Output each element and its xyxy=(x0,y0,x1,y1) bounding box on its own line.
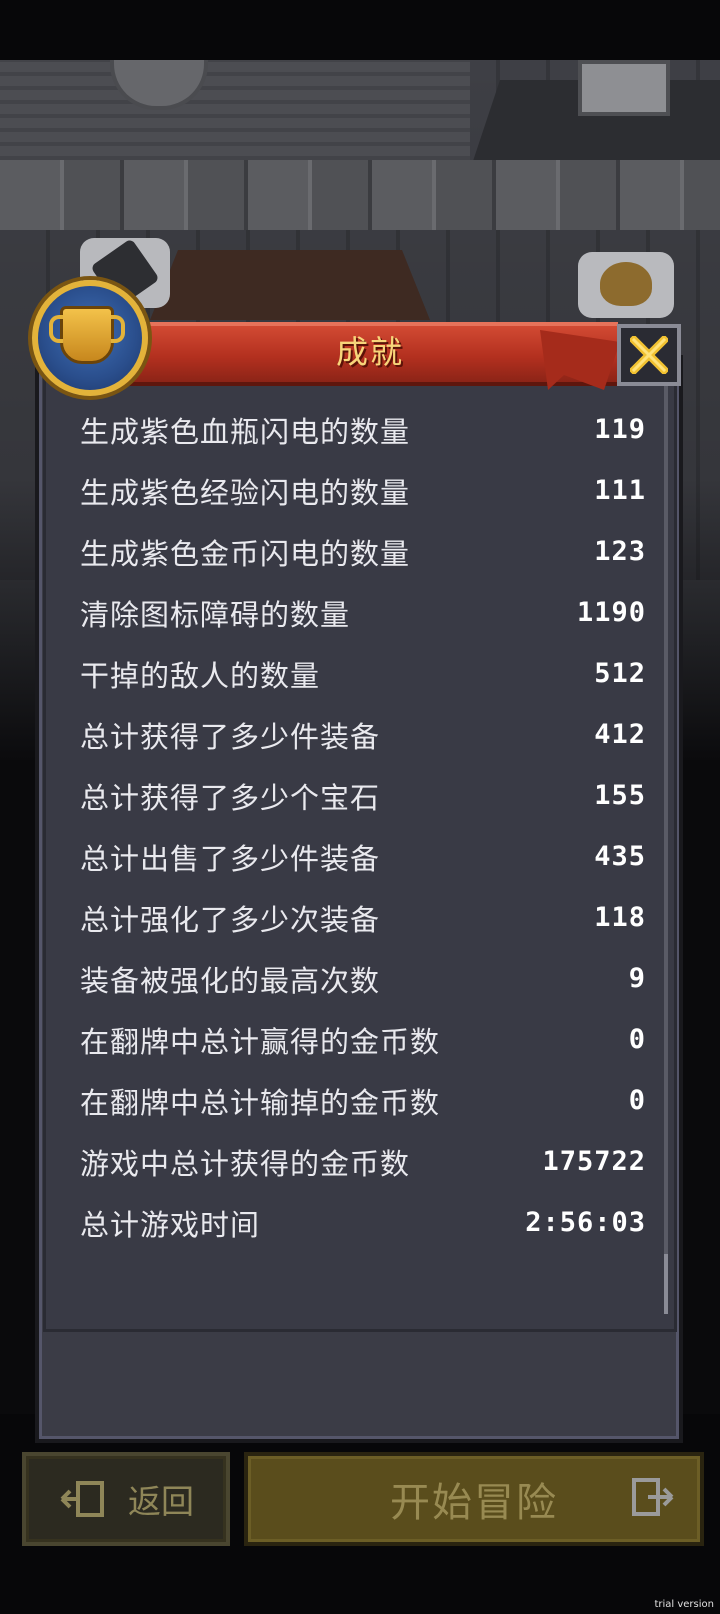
close-x-icon xyxy=(630,336,668,374)
stat-row: 总计获得了多少件装备 412 xyxy=(46,704,646,765)
dialog-title: 成就 xyxy=(335,333,404,371)
trial-watermark: trial version xyxy=(654,1599,714,1610)
stat-label: 在翻牌中总计输掉的金币数 xyxy=(80,1085,441,1120)
stat-label: 游戏中总计获得的金币数 xyxy=(80,1146,411,1181)
stat-label: 总计出售了多少件装备 xyxy=(80,841,381,876)
shop-awning xyxy=(150,250,430,320)
stat-label: 装备被强化的最高次数 xyxy=(80,963,381,998)
stat-value: 1190 xyxy=(576,597,646,628)
stat-value: 2:56:03 xyxy=(525,1207,646,1238)
stat-value: 118 xyxy=(594,902,646,933)
stat-label: 总计获得了多少个宝石 xyxy=(80,780,381,815)
stat-row: 总计出售了多少件装备 435 xyxy=(46,826,646,887)
stat-label: 总计获得了多少件装备 xyxy=(80,719,381,754)
stat-row: 生成紫色经验闪电的数量 111 xyxy=(46,460,646,521)
trophy-cup xyxy=(49,306,125,364)
stat-row: 生成紫色血瓶闪电的数量 119 xyxy=(46,399,646,460)
exit-door-icon xyxy=(632,1478,674,1516)
stat-label: 干掉的敌人的数量 xyxy=(80,658,321,693)
achievements-panel: 生成紫色攻击闪电的数量 109 生成紫色血瓶闪电的数量 119 生成紫色经验闪电… xyxy=(35,355,683,1443)
stat-value: 175722 xyxy=(542,1146,646,1177)
stat-value: 0 xyxy=(628,1085,646,1116)
stat-row: 生成紫色金币闪电的数量 123 xyxy=(46,521,646,582)
stat-row: 在翻牌中总计输掉的金币数 0 xyxy=(46,1070,646,1131)
start-adventure-button[interactable]: 开始冒险 xyxy=(244,1452,704,1546)
back-button[interactable]: 返回 xyxy=(22,1452,230,1546)
stat-label: 生成紫色金币闪电的数量 xyxy=(80,536,411,571)
stat-row: 干掉的敌人的数量 512 xyxy=(46,643,646,704)
roof-left xyxy=(0,60,470,170)
game-screen: 生成紫色攻击闪电的数量 109 生成紫色血瓶闪电的数量 119 生成紫色经验闪电… xyxy=(0,0,720,1614)
stat-row: 清除图标障碍的数量 1190 xyxy=(46,582,646,643)
stat-label: 总计游戏时间 xyxy=(80,1207,261,1242)
close-button[interactable] xyxy=(617,324,681,386)
scrollbar-track[interactable] xyxy=(664,382,668,1302)
stat-label: 生成紫色血瓶闪电的数量 xyxy=(80,414,411,449)
back-arrow-icon xyxy=(60,1481,104,1517)
stat-value: 111 xyxy=(594,475,646,506)
stat-value: 123 xyxy=(594,536,646,567)
stat-row: 在翻牌中总计赢得的金币数 0 xyxy=(46,1009,646,1070)
stat-row: 总计游戏时间 2:56:03 xyxy=(46,1192,646,1253)
stat-label: 总计强化了多少次装备 xyxy=(80,902,381,937)
stat-value: 9 xyxy=(628,963,646,994)
stat-label: 在翻牌中总计赢得的金币数 xyxy=(80,1024,441,1059)
square-window xyxy=(578,60,670,116)
trophy-icon xyxy=(32,280,148,396)
stat-row: 总计强化了多少次装备 118 xyxy=(46,887,646,948)
start-button-label: 开始冒险 xyxy=(390,1480,558,1526)
stat-value: 0 xyxy=(628,1024,646,1055)
stat-value: 435 xyxy=(594,841,646,872)
scrollbar-thumb[interactable] xyxy=(664,1254,668,1314)
back-button-label: 返回 xyxy=(128,1482,194,1521)
stat-label: 生成紫色经验闪电的数量 xyxy=(80,475,411,510)
stats-scroll-area[interactable]: 生成紫色攻击闪电的数量 109 生成紫色血瓶闪电的数量 119 生成紫色经验闪电… xyxy=(43,371,677,1332)
stat-row: 游戏中总计获得的金币数 175722 xyxy=(46,1131,646,1192)
stat-row: 装备被强化的最高次数 9 xyxy=(46,948,646,1009)
stats-list: 生成紫色攻击闪电的数量 109 生成紫色血瓶闪电的数量 119 生成紫色经验闪电… xyxy=(46,374,646,1253)
money-bag-icon xyxy=(578,252,674,318)
stat-value: 512 xyxy=(594,658,646,689)
stat-value: 155 xyxy=(594,780,646,811)
stat-row: 总计获得了多少个宝石 155 xyxy=(46,765,646,826)
stat-label: 清除图标障碍的数量 xyxy=(80,597,351,632)
stat-value: 412 xyxy=(594,719,646,750)
timber-beam xyxy=(0,160,720,230)
stat-value: 119 xyxy=(594,414,646,445)
